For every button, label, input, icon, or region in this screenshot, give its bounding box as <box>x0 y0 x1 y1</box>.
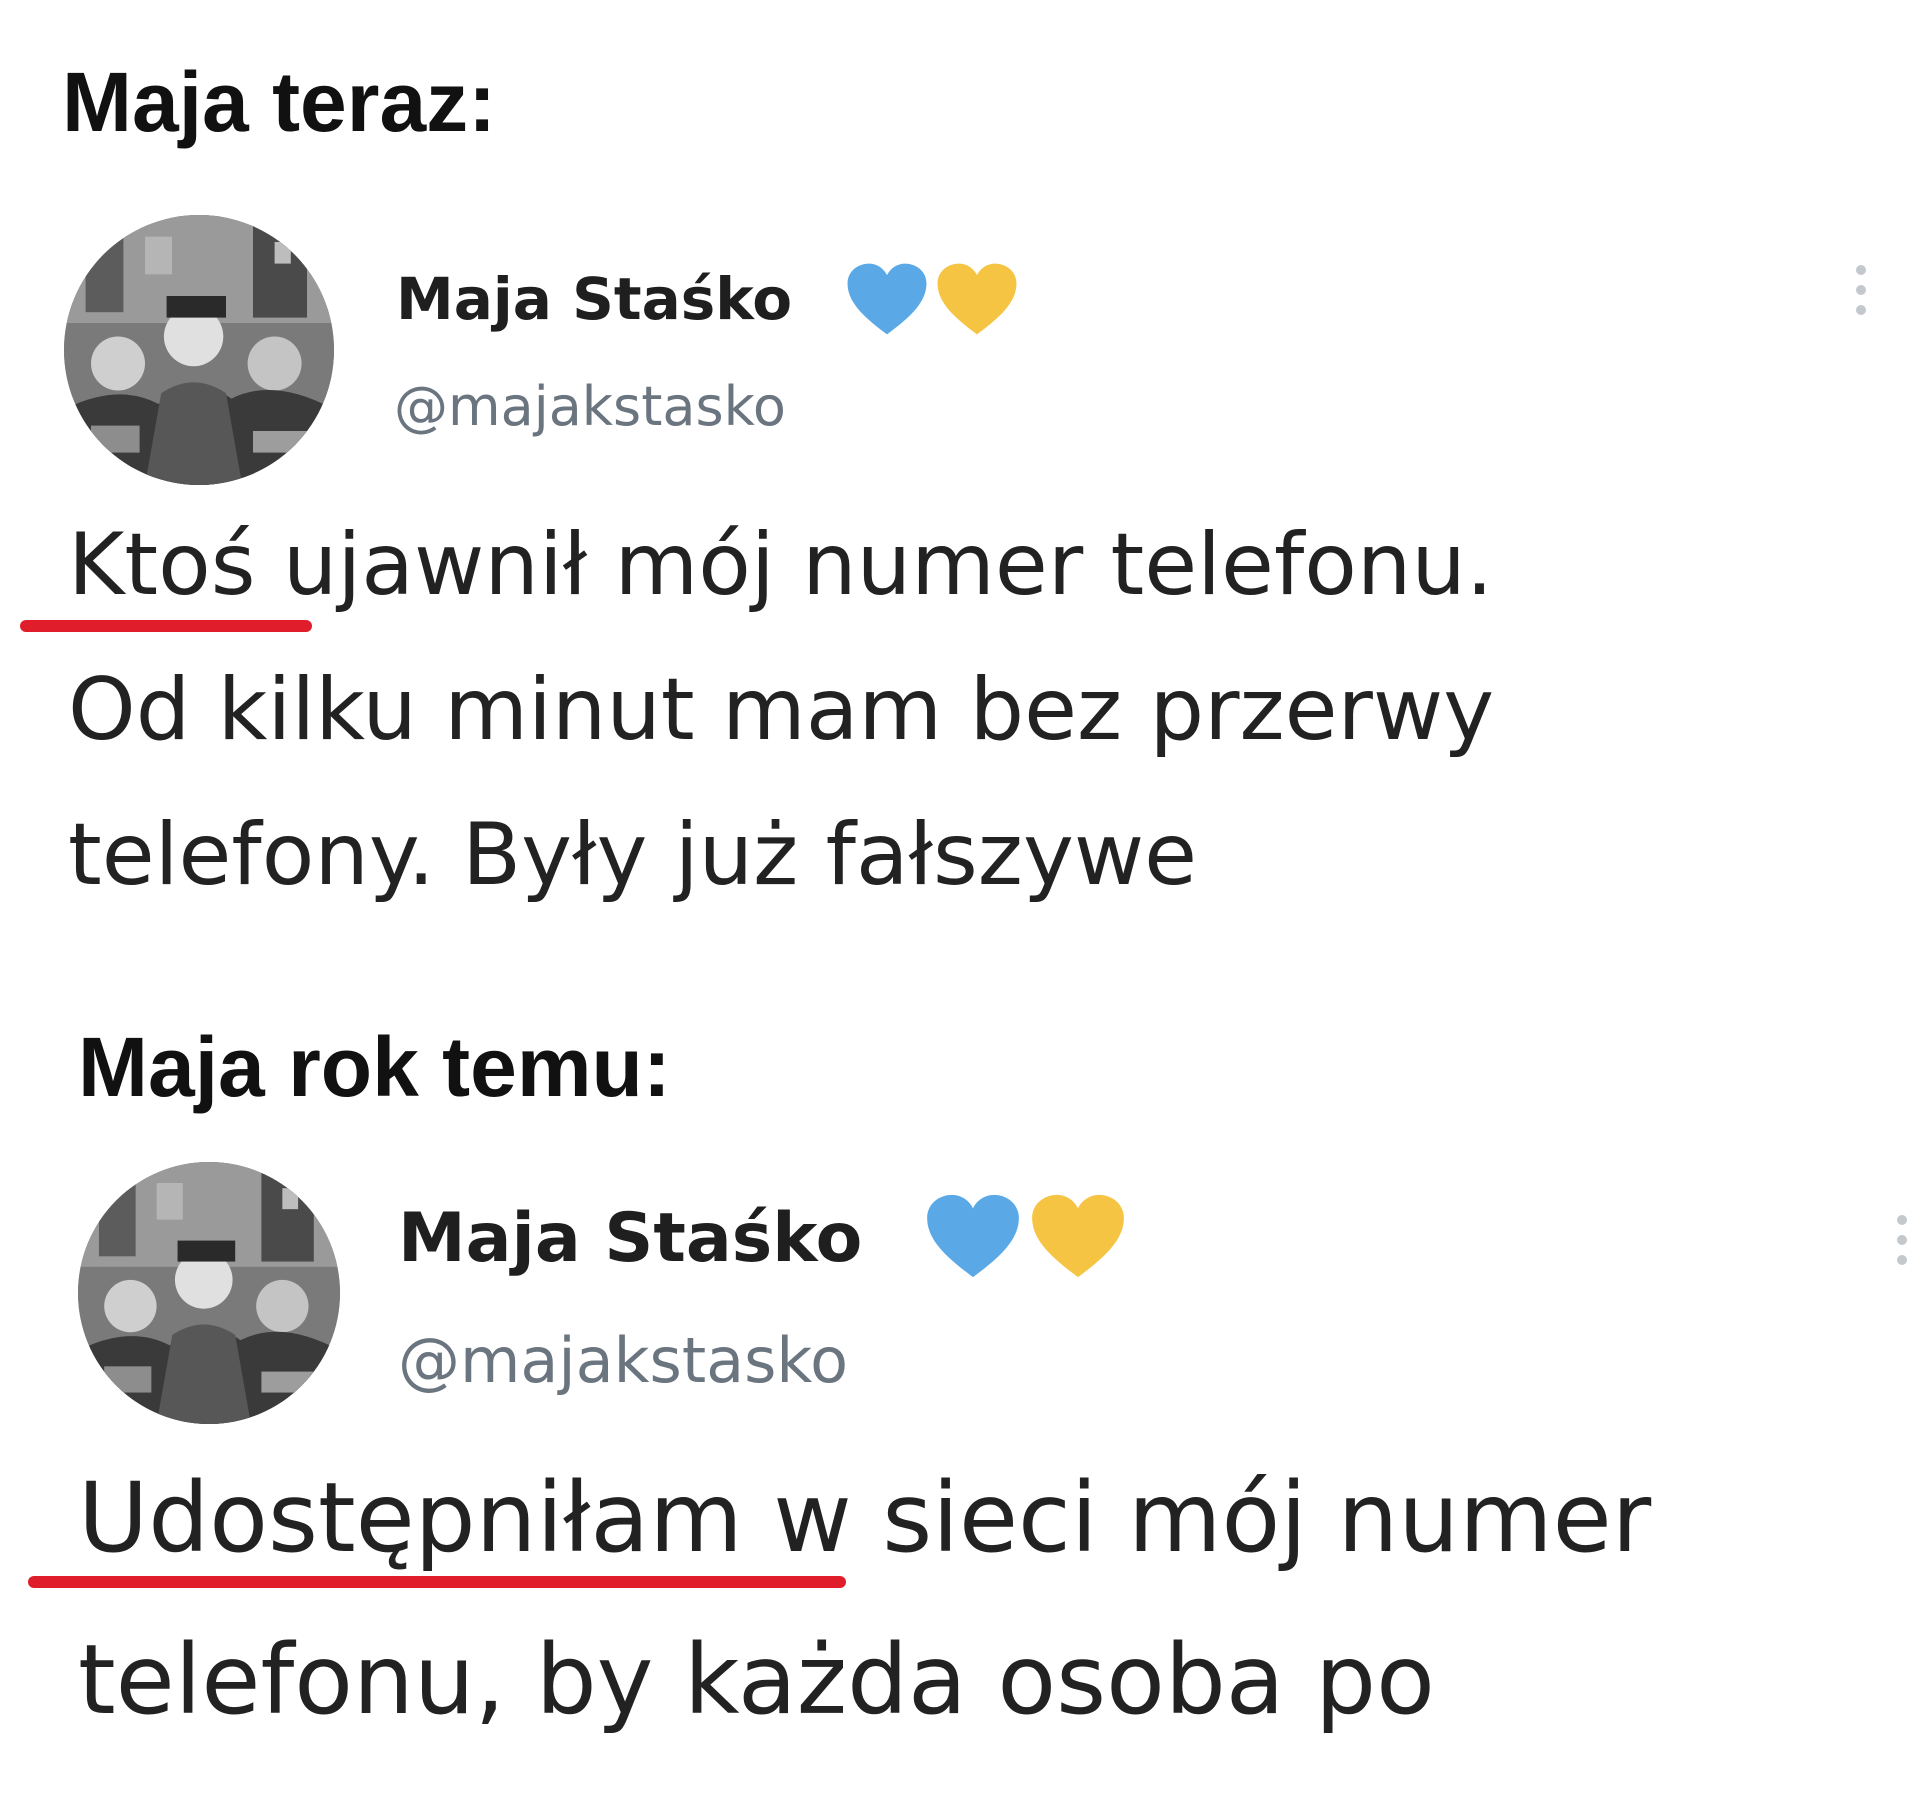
avatar[interactable] <box>64 215 334 485</box>
section-caption: Maja teraz: <box>62 55 497 149</box>
highlighted-word: Udostępniłam <box>78 1462 743 1574</box>
display-name[interactable]: Maja Staśko <box>398 1205 862 1273</box>
more-options-icon[interactable] <box>1851 265 1871 315</box>
tweet-text: w sieci mój numer <box>742 1462 1652 1574</box>
highlighted-word: Ktoś <box>68 515 256 615</box>
display-name[interactable]: Maja Staśko <box>396 270 792 328</box>
avatar-photo <box>78 1162 340 1424</box>
tweet-text-line: telefonu, by każda osoba po <box>78 1624 1435 1736</box>
yellow-heart-icon <box>935 262 1019 336</box>
tweet-text: ujawnił mój numer telefonu. <box>255 515 1494 615</box>
avatar[interactable] <box>78 1162 340 1424</box>
tweet-text-line: telefony. Były już fałszywe <box>68 805 1198 905</box>
handle[interactable]: @majakstasko <box>394 380 786 434</box>
avatar-photo <box>64 215 334 485</box>
red-underline <box>20 620 312 632</box>
tweet-text-line: Od kilku minut mam bez przerwy <box>68 660 1495 760</box>
more-options-icon[interactable] <box>1892 1215 1912 1265</box>
yellow-heart-icon <box>1030 1193 1126 1279</box>
handle[interactable]: @majakstasko <box>398 1330 848 1392</box>
blue-heart-icon <box>925 1193 1021 1279</box>
red-underline <box>28 1576 846 1588</box>
tweet-text-line: Ktoś ujawnił mój numer telefonu. <box>68 522 1493 608</box>
blue-heart-icon <box>845 262 929 336</box>
tweet-text-line: Udostępniłam w sieci mój numer <box>78 1470 1651 1566</box>
section-caption: Maja rok temu: <box>78 1020 671 1114</box>
